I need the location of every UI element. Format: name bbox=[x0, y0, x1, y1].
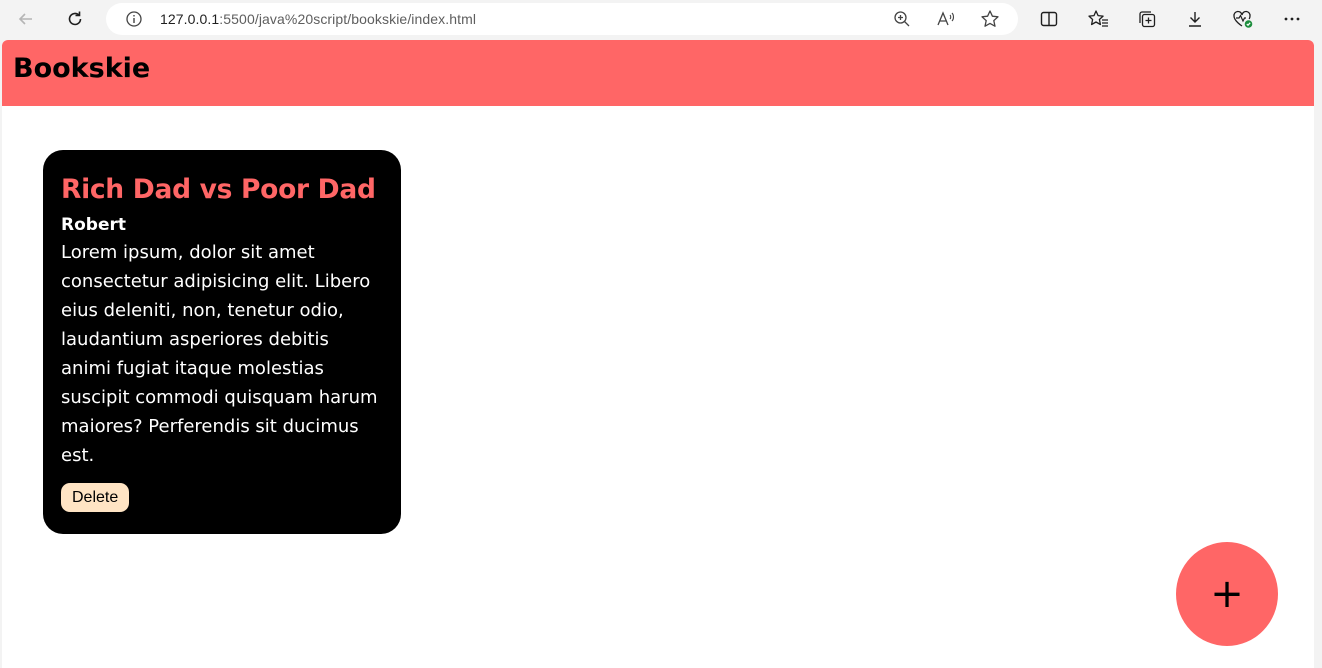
site-title: Bookskie bbox=[13, 53, 151, 84]
refresh-icon[interactable] bbox=[61, 5, 89, 33]
info-icon[interactable] bbox=[122, 7, 146, 31]
downloads-icon[interactable] bbox=[1181, 5, 1209, 33]
url-text[interactable]: 127.0.0.1:5500/java%20script/bookskie/in… bbox=[160, 11, 476, 27]
read-aloud-icon[interactable] bbox=[934, 7, 958, 31]
add-book-button[interactable]: + bbox=[1176, 542, 1278, 646]
book-author: Robert bbox=[61, 215, 126, 235]
more-icon[interactable] bbox=[1278, 5, 1306, 33]
performance-icon[interactable] bbox=[1229, 5, 1257, 33]
split-screen-icon[interactable] bbox=[1035, 5, 1063, 33]
site-header: Bookskie bbox=[2, 40, 1314, 106]
collections-icon[interactable] bbox=[1133, 5, 1161, 33]
page-viewport: Bookskie Rich Dad vs Poor Dad Robert Lor… bbox=[2, 40, 1314, 668]
url-host: 127.0.0.1 bbox=[160, 11, 220, 27]
book-description: Lorem ipsum, dolor sit amet consectetur … bbox=[61, 242, 378, 466]
delete-button[interactable]: Delete bbox=[61, 483, 130, 512]
book-card: Rich Dad vs Poor Dad Robert Lorem ipsum,… bbox=[43, 150, 401, 534]
browser-toolbar: 127.0.0.1:5500/java%20script/bookskie/in… bbox=[0, 0, 1322, 38]
back-icon[interactable] bbox=[12, 5, 40, 33]
book-title: Rich Dad vs Poor Dad bbox=[61, 174, 376, 205]
url-path: :5500/java%20script/bookskie/index.html bbox=[219, 11, 477, 27]
zoom-icon[interactable] bbox=[890, 7, 914, 31]
favorite-star-icon[interactable] bbox=[978, 7, 1002, 31]
plus-icon: + bbox=[1210, 571, 1244, 617]
favorites-icon[interactable] bbox=[1084, 5, 1112, 33]
address-bar[interactable]: 127.0.0.1:5500/java%20script/bookskie/in… bbox=[106, 3, 1018, 35]
